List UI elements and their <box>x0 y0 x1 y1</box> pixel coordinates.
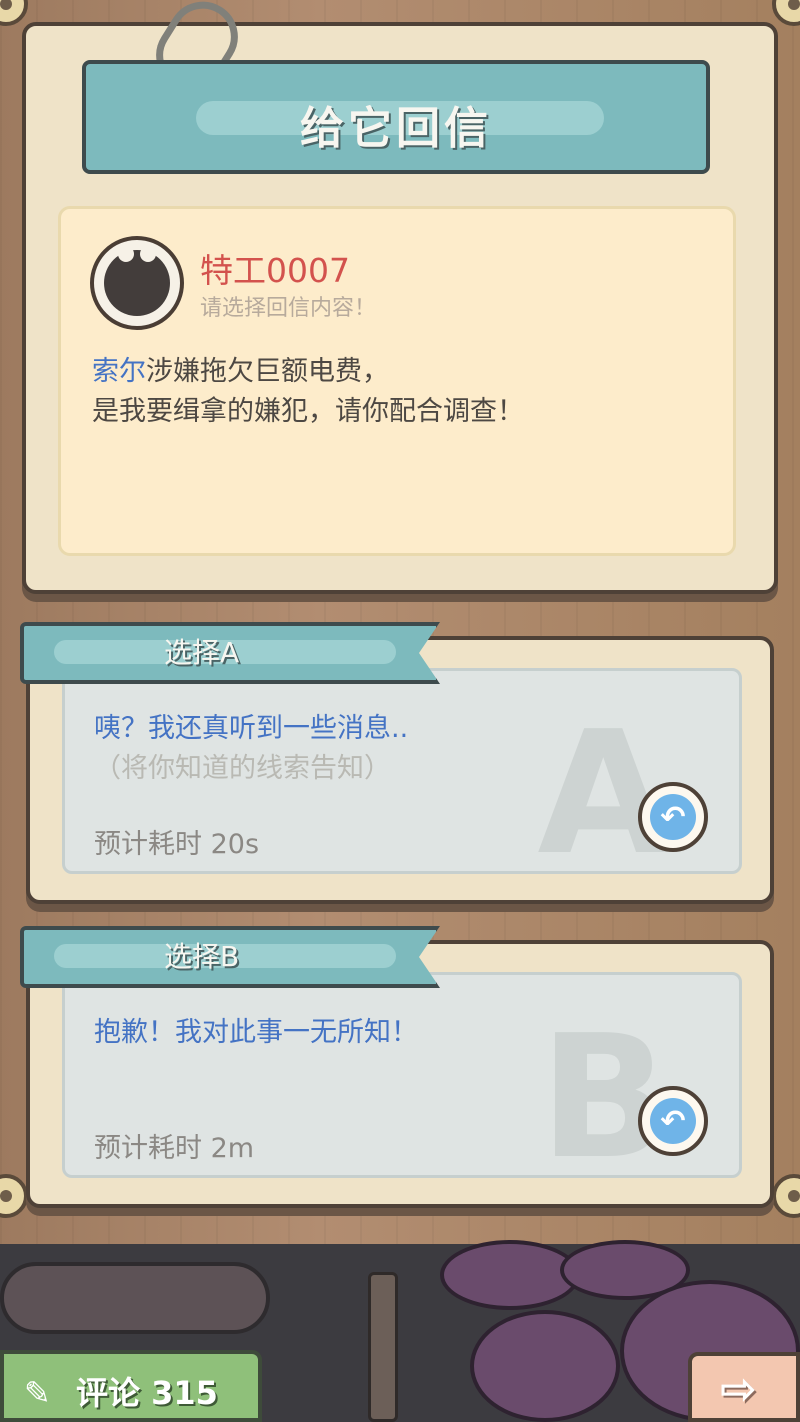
choice-b-label: 选择B <box>164 940 240 973</box>
avatar-face <box>104 246 170 316</box>
choice-b-reply-button[interactable]: ↶ <box>638 1086 708 1156</box>
comment-button[interactable]: ✎ 评论 315 <box>0 1350 262 1422</box>
post-decoration <box>368 1272 398 1422</box>
letter-message: 索尔涉嫌拖欠巨额电费， 是我要缉拿的嫌犯，请你配合调查！ <box>92 352 524 432</box>
comment-label: 评论 315 <box>76 1374 218 1412</box>
next-button[interactable]: ⇨ <box>688 1352 800 1422</box>
reply-arrow-icon: ↶ <box>650 1098 696 1144</box>
message-character-name: 索尔 <box>92 356 146 387</box>
choice-a-label: 选择A <box>164 636 240 669</box>
choice-a-text: 咦？我还真听到一些消息.. <box>94 713 409 744</box>
choice-a-card[interactable]: A 选择A 咦？我还真听到一些消息.. （将你知道的线索告知） 预计耗时 20s… <box>20 622 774 904</box>
choice-b-time: 预计耗时 2m <box>94 1133 255 1164</box>
log-decoration <box>0 1262 270 1334</box>
sender-avatar <box>90 236 184 330</box>
sender-name: 特工0007 <box>200 251 350 290</box>
right-arrow-icon: ⇨ <box>720 1364 757 1415</box>
mushroom-decoration <box>470 1310 620 1422</box>
choice-b-card[interactable]: B 选择B 抱歉！我对此事一无所知！ 预计耗时 2m ↶ <box>20 926 774 1208</box>
choice-a-time: 预计耗时 20s <box>94 829 260 860</box>
message-line-1: 索尔涉嫌拖欠巨额电费， <box>92 352 524 392</box>
choice-a-subtext: （将你知道的线索告知） <box>94 753 391 784</box>
page-title: 给它回信 <box>300 103 492 154</box>
reply-hint: 请选择回信内容！ <box>200 296 377 321</box>
choice-a-reply-button[interactable]: ↶ <box>638 782 708 852</box>
mushroom-decoration <box>440 1240 580 1310</box>
title-banner: 给它回信 <box>82 60 710 174</box>
choice-b-text: 抱歉！我对此事一无所知！ <box>94 1017 418 1048</box>
reply-arrow-icon: ↶ <box>650 794 696 840</box>
message-line-2: 是我要缉拿的嫌犯，请你配合调查！ <box>92 396 524 427</box>
feather-pen-icon: ✎ <box>24 1374 51 1412</box>
message-line-1-rest: 涉嫌拖欠巨额电费， <box>146 356 389 387</box>
